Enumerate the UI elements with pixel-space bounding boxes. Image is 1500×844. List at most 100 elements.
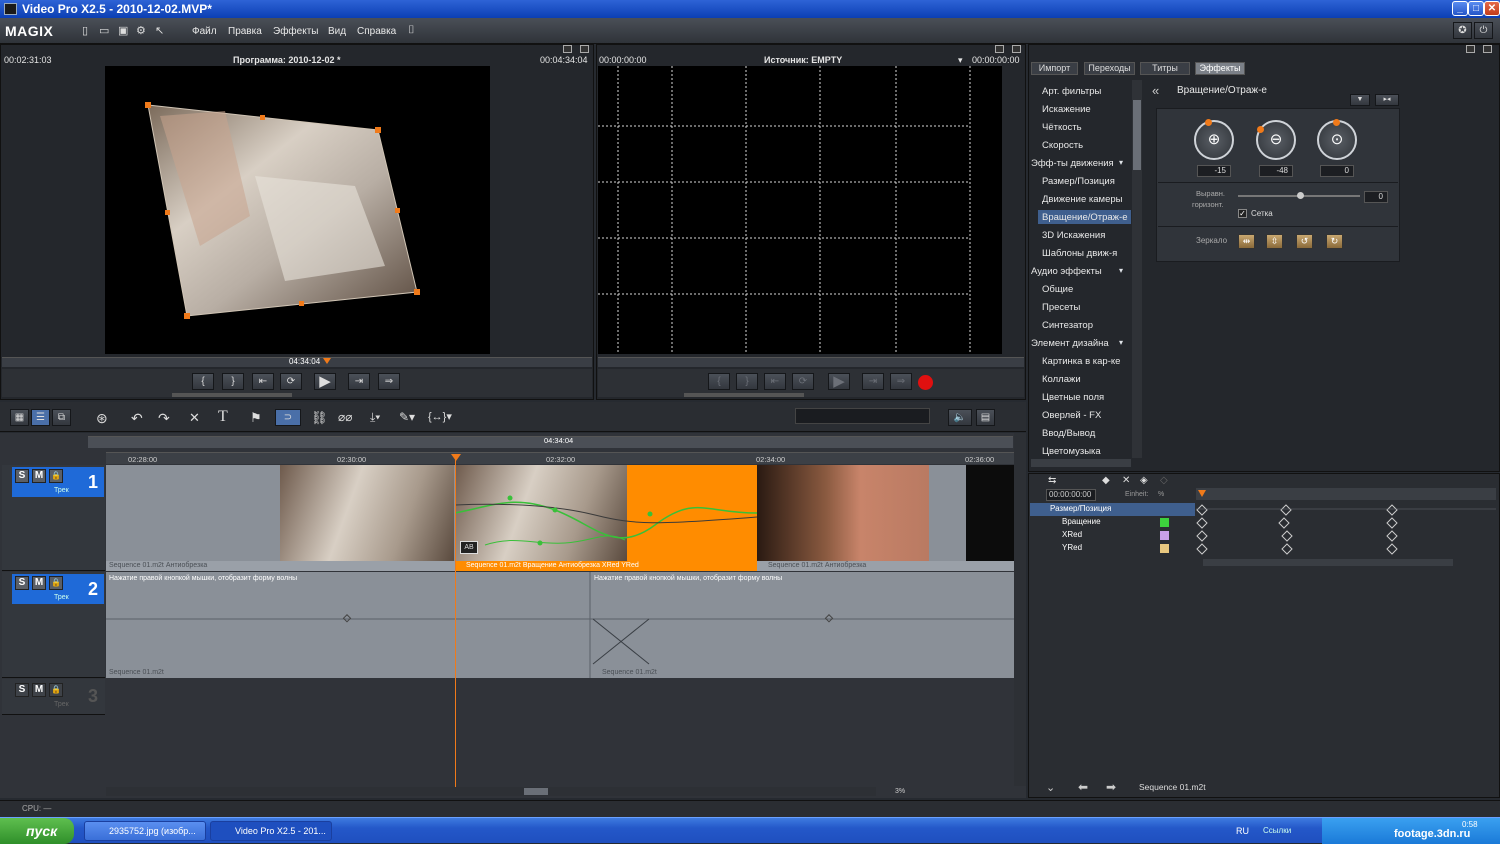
track-3-solo-button[interactable]: S bbox=[15, 683, 29, 697]
monitor-maximize-icon[interactable] bbox=[563, 45, 572, 53]
mark-in-button[interactable]: { bbox=[192, 373, 214, 390]
next-marker-button[interactable]: ⇥ bbox=[348, 373, 370, 390]
save-icon[interactable]: ▣ bbox=[118, 24, 130, 37]
rotation-knob-handle[interactable] bbox=[1205, 119, 1212, 126]
globe-button[interactable]: ✪ bbox=[1453, 22, 1472, 39]
fx-overlay[interactable]: Оверлей - FX bbox=[1042, 410, 1101, 421]
monitor-close-icon[interactable] bbox=[580, 45, 589, 53]
source-dropdown-icon[interactable]: ▾ bbox=[958, 55, 963, 66]
split-tool-icon[interactable]: ⤓▾ bbox=[370, 410, 380, 425]
fx-sharpness[interactable]: Чёткость bbox=[1042, 122, 1082, 133]
open-folder-icon[interactable]: ▭ bbox=[99, 24, 111, 37]
pool-close-icon[interactable] bbox=[1483, 45, 1492, 53]
track-2-mute-button[interactable]: M bbox=[32, 576, 46, 590]
video-clip-end-black[interactable] bbox=[966, 465, 1014, 561]
help-pointer-icon[interactable]: ↖ bbox=[155, 24, 167, 37]
grid-checkbox[interactable]: ✓ bbox=[1238, 209, 1247, 218]
record-button[interactable] bbox=[918, 375, 933, 390]
trim-mode-icon[interactable]: {↔}▾ bbox=[428, 410, 452, 423]
tab-import[interactable]: Импорт bbox=[1031, 62, 1078, 75]
fx-speed[interactable]: Скорость bbox=[1042, 140, 1083, 151]
kf-diamond-track[interactable] bbox=[1196, 503, 1496, 555]
fx-distortion[interactable]: Искажение bbox=[1042, 104, 1091, 115]
tab-effects[interactable]: Эффекты bbox=[1195, 62, 1245, 75]
source-loop-button[interactable]: ⟳ bbox=[792, 373, 814, 390]
nav-back-icon[interactable]: ⬅ bbox=[1078, 780, 1088, 794]
menu-help[interactable]: Справка bbox=[357, 26, 396, 37]
back-arrow-icon[interactable]: « bbox=[1152, 83, 1159, 98]
effects-list-scrollbar[interactable] bbox=[1132, 80, 1142, 458]
fx-category-design[interactable]: Элемент дизайна bbox=[1031, 338, 1109, 349]
track-1-lock-icon[interactable]: 🔒 bbox=[49, 469, 63, 483]
kf-delete-icon[interactable]: ✕ bbox=[1122, 475, 1130, 486]
zoom-level[interactable]: 3% bbox=[895, 788, 905, 795]
track-3-lane[interactable] bbox=[106, 679, 1014, 786]
source-mark-in-button[interactable]: { bbox=[708, 373, 730, 390]
fx-design-expand-icon[interactable]: ▾ bbox=[1119, 338, 1123, 347]
loop-play-button[interactable]: ⟳ bbox=[280, 373, 302, 390]
source-close-icon[interactable] bbox=[1012, 45, 1021, 53]
source-shuttle[interactable] bbox=[684, 393, 804, 397]
fx-category-audio[interactable]: Аудио эффекты bbox=[1031, 266, 1102, 277]
timeline-mode-button[interactable]: ☰ bbox=[31, 409, 50, 426]
effects-hscrollbar[interactable] bbox=[1031, 459, 1131, 467]
delete-icon[interactable]: ✕ bbox=[189, 410, 200, 426]
link-icon[interactable]: ⛓ bbox=[311, 410, 328, 426]
fx-audio-expand-icon[interactable]: ▾ bbox=[1119, 266, 1123, 275]
fx-general[interactable]: Общие bbox=[1042, 284, 1073, 295]
source-mark-out-button[interactable]: } bbox=[736, 373, 758, 390]
timeline-playhead[interactable] bbox=[455, 455, 456, 787]
fx-camera-motion[interactable]: Движение камеры bbox=[1042, 194, 1122, 205]
tab-transitions[interactable]: Переходы bbox=[1084, 62, 1135, 75]
timeline-hscrollbar[interactable] bbox=[106, 787, 876, 796]
kf-row-xred[interactable]: XRed bbox=[1030, 529, 1195, 542]
start-button[interactable]: пуск bbox=[0, 818, 74, 844]
align-slider-thumb[interactable] bbox=[1297, 192, 1304, 199]
kf-hscrollbar[interactable] bbox=[1203, 559, 1453, 566]
track-1-solo-button[interactable]: S bbox=[15, 469, 29, 483]
fx-collages[interactable]: Коллажи bbox=[1042, 374, 1081, 385]
fx-intro-outro[interactable]: Ввод/Вывод bbox=[1042, 428, 1095, 439]
track-3-mute-button[interactable]: M bbox=[32, 683, 46, 697]
tilt-value[interactable]: -48 bbox=[1259, 165, 1293, 177]
spin-knob[interactable]: ⊙ bbox=[1317, 120, 1357, 160]
kf-row-yred[interactable]: YRed bbox=[1030, 542, 1195, 555]
spin-knob-handle[interactable] bbox=[1333, 119, 1340, 126]
mirror-vertical-button[interactable]: ⇳ bbox=[1266, 234, 1283, 249]
source-scrub-ruler[interactable] bbox=[598, 357, 1024, 367]
storyboard-mode-button[interactable]: ▦ bbox=[10, 409, 29, 426]
effect-reset-button[interactable]: ▸◂ bbox=[1375, 94, 1399, 106]
kf-time-ruler[interactable] bbox=[1196, 488, 1496, 500]
track-3-lock-icon[interactable]: 🔒 bbox=[49, 683, 63, 697]
ab-transition-icon[interactable]: AB bbox=[460, 541, 478, 554]
kf-prev-icon[interactable]: ⇆ bbox=[1048, 475, 1056, 486]
track-1-mute-button[interactable]: M bbox=[32, 469, 46, 483]
spin-value[interactable]: 0 bbox=[1320, 165, 1354, 177]
jump-end-button[interactable]: ⇒ bbox=[378, 373, 400, 390]
fx-color-music[interactable]: Цветомузыка bbox=[1042, 446, 1101, 457]
rotation-knob[interactable]: ⊕ bbox=[1194, 120, 1234, 160]
menu-edit[interactable]: Правка bbox=[228, 26, 262, 37]
fx-rotation-mirror[interactable]: Вращение/Отраж-е bbox=[1038, 210, 1131, 224]
title-text-icon[interactable]: T bbox=[218, 408, 228, 426]
source-video-frame[interactable] bbox=[598, 66, 1002, 354]
source-maximize-icon[interactable] bbox=[995, 45, 1004, 53]
new-file-icon[interactable]: ▯ bbox=[82, 24, 94, 37]
mark-out-button[interactable]: } bbox=[222, 373, 244, 390]
keyframe-curves[interactable] bbox=[455, 465, 757, 561]
timeline-vscrollbar[interactable] bbox=[1014, 433, 1026, 786]
program-video-frame[interactable] bbox=[105, 66, 490, 354]
fx-category-motion[interactable]: Эфф-ты движения bbox=[1031, 158, 1114, 169]
razor-icon[interactable]: ✎▾ bbox=[399, 410, 415, 424]
tilt-knob-handle[interactable] bbox=[1257, 126, 1264, 133]
play-button[interactable]: ▶ bbox=[314, 373, 336, 390]
fx-synthesizer[interactable]: Синтезатор bbox=[1042, 320, 1093, 331]
fx-presets[interactable]: Пресеты bbox=[1042, 302, 1080, 313]
program-playhead-marker[interactable] bbox=[323, 358, 331, 364]
collapse-down-icon[interactable]: ⌄ bbox=[1046, 781, 1055, 794]
audio-volume-curves[interactable] bbox=[106, 572, 1014, 678]
kf-row-rotation[interactable]: Вращение bbox=[1030, 516, 1195, 529]
power-button[interactable]: ⏻ bbox=[1474, 22, 1493, 39]
kf-add-icon[interactable]: ◆ bbox=[1102, 475, 1110, 486]
fx-3d-distortion[interactable]: 3D Искажения bbox=[1042, 230, 1105, 241]
